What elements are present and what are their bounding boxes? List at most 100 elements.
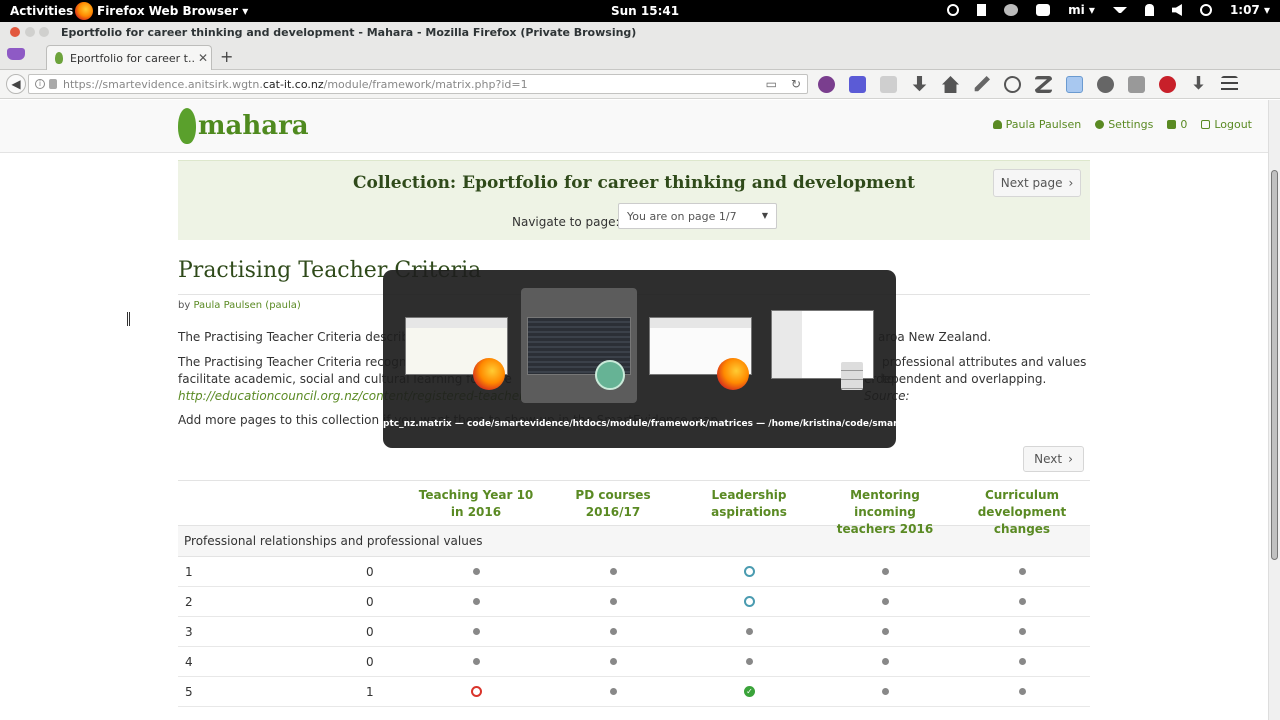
new-tab-button[interactable]: +	[220, 47, 233, 66]
insecure-lock-icon[interactable]	[49, 79, 57, 89]
no-evidence-dot-icon[interactable]	[610, 688, 617, 695]
minimize-window-icon[interactable]	[25, 27, 35, 37]
no-evidence-dot-icon[interactable]	[1019, 658, 1026, 665]
row-label[interactable]: 1	[185, 565, 193, 579]
no-evidence-dot-icon[interactable]	[473, 568, 480, 575]
home-icon[interactable]	[942, 76, 959, 93]
row-count: 0	[366, 655, 374, 669]
atom-icon	[595, 360, 625, 390]
zotero-icon[interactable]	[1035, 76, 1052, 93]
no-evidence-dot-icon[interactable]	[746, 628, 753, 635]
no-evidence-dot-icon[interactable]	[882, 628, 889, 635]
close-tab-icon[interactable]: ✕	[195, 51, 211, 65]
reader-view-icon[interactable]: ▭	[766, 77, 777, 91]
no-evidence-dot-icon[interactable]	[882, 658, 889, 665]
author-link[interactable]: Paula Paulsen (paula)	[193, 300, 300, 311]
no-evidence-dot-icon[interactable]	[882, 568, 889, 575]
no-evidence-dot-icon[interactable]	[473, 628, 480, 635]
tab-eportfolio[interactable]: Eportfolio for career t... ✕	[46, 45, 212, 70]
no-evidence-dot-icon[interactable]	[1019, 688, 1026, 695]
inbox-link[interactable]: 0	[1167, 118, 1187, 131]
page-select-value: You are on page 1/7	[627, 209, 737, 223]
column-header[interactable]: Curriculum development changes	[957, 487, 1087, 538]
no-evidence-dot-icon[interactable]	[610, 658, 617, 665]
user-link[interactable]: Paula Paulsen	[992, 118, 1081, 131]
volume-icon[interactable]	[1171, 4, 1182, 16]
no-evidence-dot-icon[interactable]	[610, 628, 617, 635]
not-completed-icon[interactable]	[471, 686, 482, 697]
reload-icon[interactable]: ↻	[791, 77, 801, 91]
no-evidence-dot-icon[interactable]	[882, 598, 889, 605]
no-evidence-dot-icon[interactable]	[610, 568, 617, 575]
row-label[interactable]: 5	[185, 685, 193, 699]
no-evidence-dot-icon[interactable]	[610, 598, 617, 605]
settings-link[interactable]: Settings	[1095, 118, 1153, 131]
no-evidence-dot-icon[interactable]	[473, 598, 480, 605]
chat-icon[interactable]	[1036, 4, 1051, 16]
next-page-button[interactable]: Next page ›	[993, 169, 1081, 197]
system-tray[interactable]: mi ▾ 1:07 ▾	[947, 3, 1270, 17]
clock[interactable]: Sun 15:41	[611, 4, 679, 18]
no-evidence-dot-icon[interactable]	[882, 688, 889, 695]
column-header[interactable]: Mentoring incoming teachers 2016	[820, 487, 950, 538]
row-label[interactable]: 2	[185, 595, 193, 609]
ready-for-assessment-icon[interactable]	[744, 566, 755, 577]
clipboard-icon[interactable]	[977, 4, 987, 16]
power-icon[interactable]	[1199, 4, 1212, 16]
row-count: 0	[366, 565, 374, 579]
page-scrollbar[interactable]	[1268, 100, 1280, 720]
completed-check-icon[interactable]: ✓	[744, 686, 755, 697]
rss-icon[interactable]	[880, 76, 897, 93]
chat-bubble-icon[interactable]	[1004, 76, 1021, 93]
extension-icon[interactable]	[818, 76, 835, 93]
no-evidence-dot-icon[interactable]	[1019, 568, 1026, 575]
column-header[interactable]: Leadership aspirations	[684, 487, 814, 521]
battery-time[interactable]: 1:07 ▾	[1230, 3, 1270, 17]
clock-app-icon[interactable]	[947, 4, 960, 16]
ready-for-assessment-icon[interactable]	[744, 596, 755, 607]
app-switcher: ptc_nz.matrix — code/smartevidence/htdoc…	[383, 270, 927, 448]
byline: by Paula Paulsen (paula)	[178, 300, 301, 311]
wordpress-icon[interactable]	[1097, 76, 1114, 93]
save-icon[interactable]	[1193, 76, 1204, 90]
by-label: by	[178, 300, 191, 311]
grid-icon[interactable]	[1128, 76, 1145, 93]
adblock-icon[interactable]	[1159, 76, 1176, 93]
activities-button[interactable]: Activities	[10, 4, 73, 18]
matrix-group-row[interactable]: Professional relationships and professio…	[178, 526, 1090, 557]
column-header[interactable]: PD courses 2016/17	[548, 487, 678, 521]
back-button[interactable]: ◀	[6, 74, 26, 94]
dropdown-caret-icon: ▼	[761, 211, 768, 220]
maximize-window-icon[interactable]	[39, 27, 49, 37]
app-menu[interactable]: Firefox Web Browser ▾	[75, 2, 248, 20]
user-menu[interactable]: mi ▾	[1068, 3, 1095, 17]
window-titlebar[interactable]: Eportfolio for career thinking and devel…	[0, 22, 1280, 42]
wifi-icon[interactable]	[1112, 7, 1127, 13]
url-domain: cat-it.co.nz	[262, 77, 324, 91]
collection-title: Collection: Eportfolio for career thinki…	[352, 173, 916, 193]
no-evidence-dot-icon[interactable]	[1019, 628, 1026, 635]
no-evidence-dot-icon[interactable]	[746, 658, 753, 665]
no-evidence-dot-icon[interactable]	[1019, 598, 1026, 605]
mahara-logo[interactable]: mahara	[178, 108, 309, 144]
pocket-icon[interactable]	[849, 76, 866, 93]
no-evidence-dot-icon[interactable]	[473, 658, 480, 665]
screenshot-icon[interactable]	[1066, 76, 1083, 93]
next-button[interactable]: Next ›	[1023, 446, 1084, 472]
matrix-header: Teaching Year 10 in 2016 PD courses 2016…	[178, 480, 1090, 536]
file-cabinet-icon	[841, 362, 863, 390]
row-label[interactable]: 3	[185, 625, 193, 639]
hamburger-menu-icon[interactable]	[1221, 76, 1238, 93]
scrollbar-thumb[interactable]	[1271, 170, 1278, 560]
download-icon[interactable]	[912, 76, 927, 92]
info-icon[interactable]: i	[35, 79, 45, 89]
eyedropper-icon[interactable]	[974, 76, 990, 92]
bell-icon[interactable]	[1144, 4, 1154, 16]
page-select[interactable]: You are on page 1/7 ▼	[618, 203, 777, 229]
logout-link[interactable]: Logout	[1201, 118, 1252, 131]
close-window-icon[interactable]	[10, 27, 20, 37]
network-monitor-icon[interactable]	[1004, 4, 1019, 16]
column-header[interactable]: Teaching Year 10 in 2016	[411, 487, 541, 521]
url-bar[interactable]: i https://smartevidence.anitsirk.wgtn. ca…	[28, 74, 808, 94]
row-label[interactable]: 4	[185, 655, 193, 669]
